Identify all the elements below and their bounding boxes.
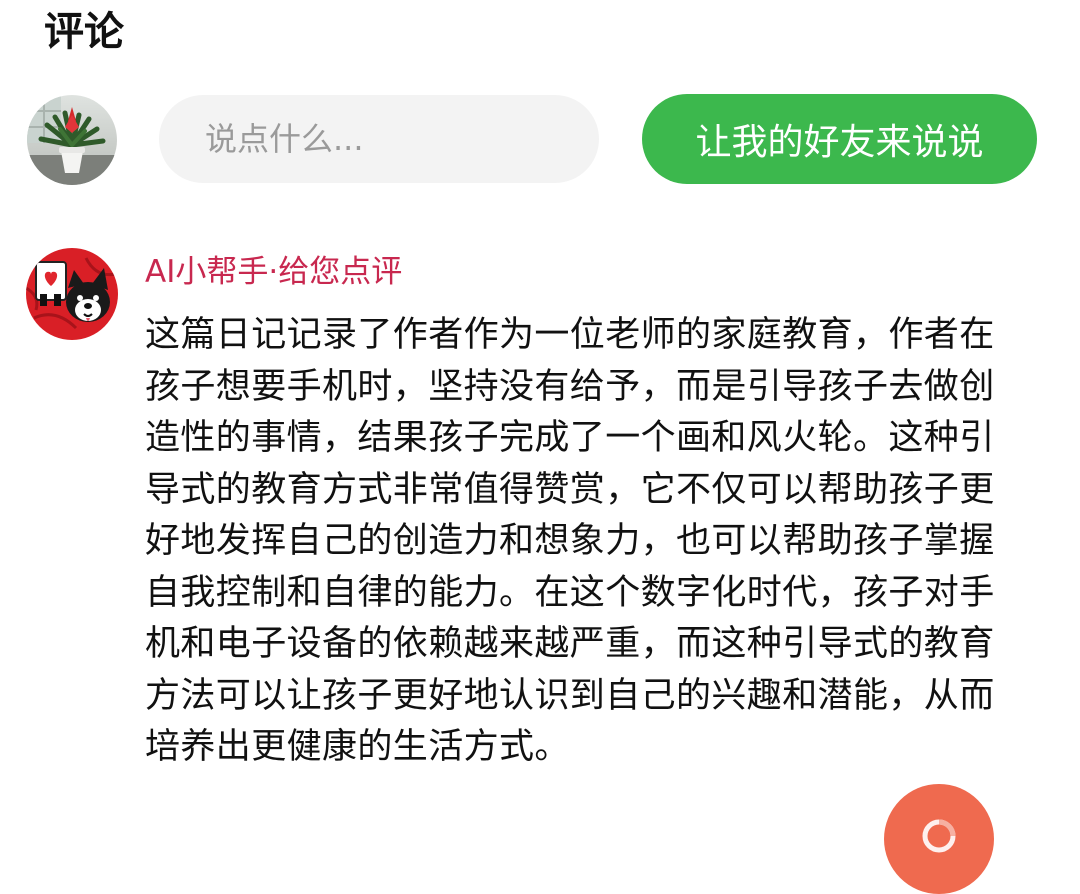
comment-author-name[interactable]: AI小帮手·给您点评 bbox=[145, 250, 402, 294]
cartoon-dog-heart-icon bbox=[26, 248, 118, 340]
section-title: 评论 bbox=[44, 9, 124, 55]
floating-action-button[interactable] bbox=[884, 784, 994, 894]
comment-input[interactable] bbox=[159, 95, 599, 183]
ai-assistant-avatar[interactable] bbox=[26, 248, 118, 340]
invite-friends-button[interactable]: 让我的好友来说说 bbox=[642, 94, 1037, 184]
potted-plant-photo-icon bbox=[27, 95, 117, 185]
swirl-icon bbox=[922, 819, 956, 853]
comment-text: 这篇日记记录了作者作为一位老师的家庭教育，作者在孩子想要手机时，坚持没有给予，而… bbox=[145, 315, 995, 767]
user-avatar[interactable] bbox=[27, 95, 117, 185]
